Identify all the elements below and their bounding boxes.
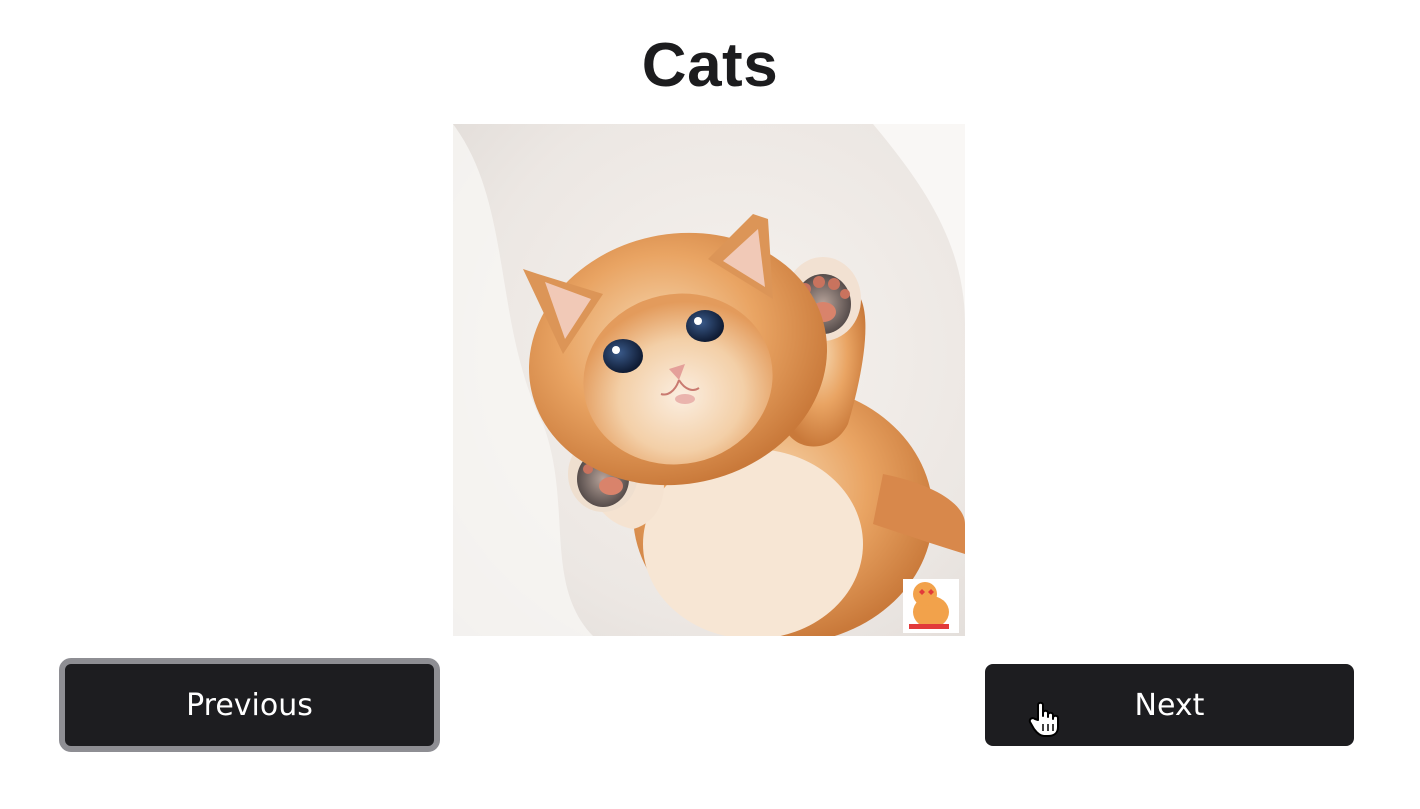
- previous-button-label: Previous: [186, 687, 313, 723]
- hand-pointer-icon: [1028, 700, 1062, 738]
- cat-image: [453, 124, 965, 636]
- previous-button[interactable]: Previous: [59, 658, 440, 752]
- page-title: Cats: [641, 31, 779, 100]
- page: Cats Previous Next: [0, 0, 1420, 809]
- next-button-label: Next: [1134, 687, 1205, 723]
